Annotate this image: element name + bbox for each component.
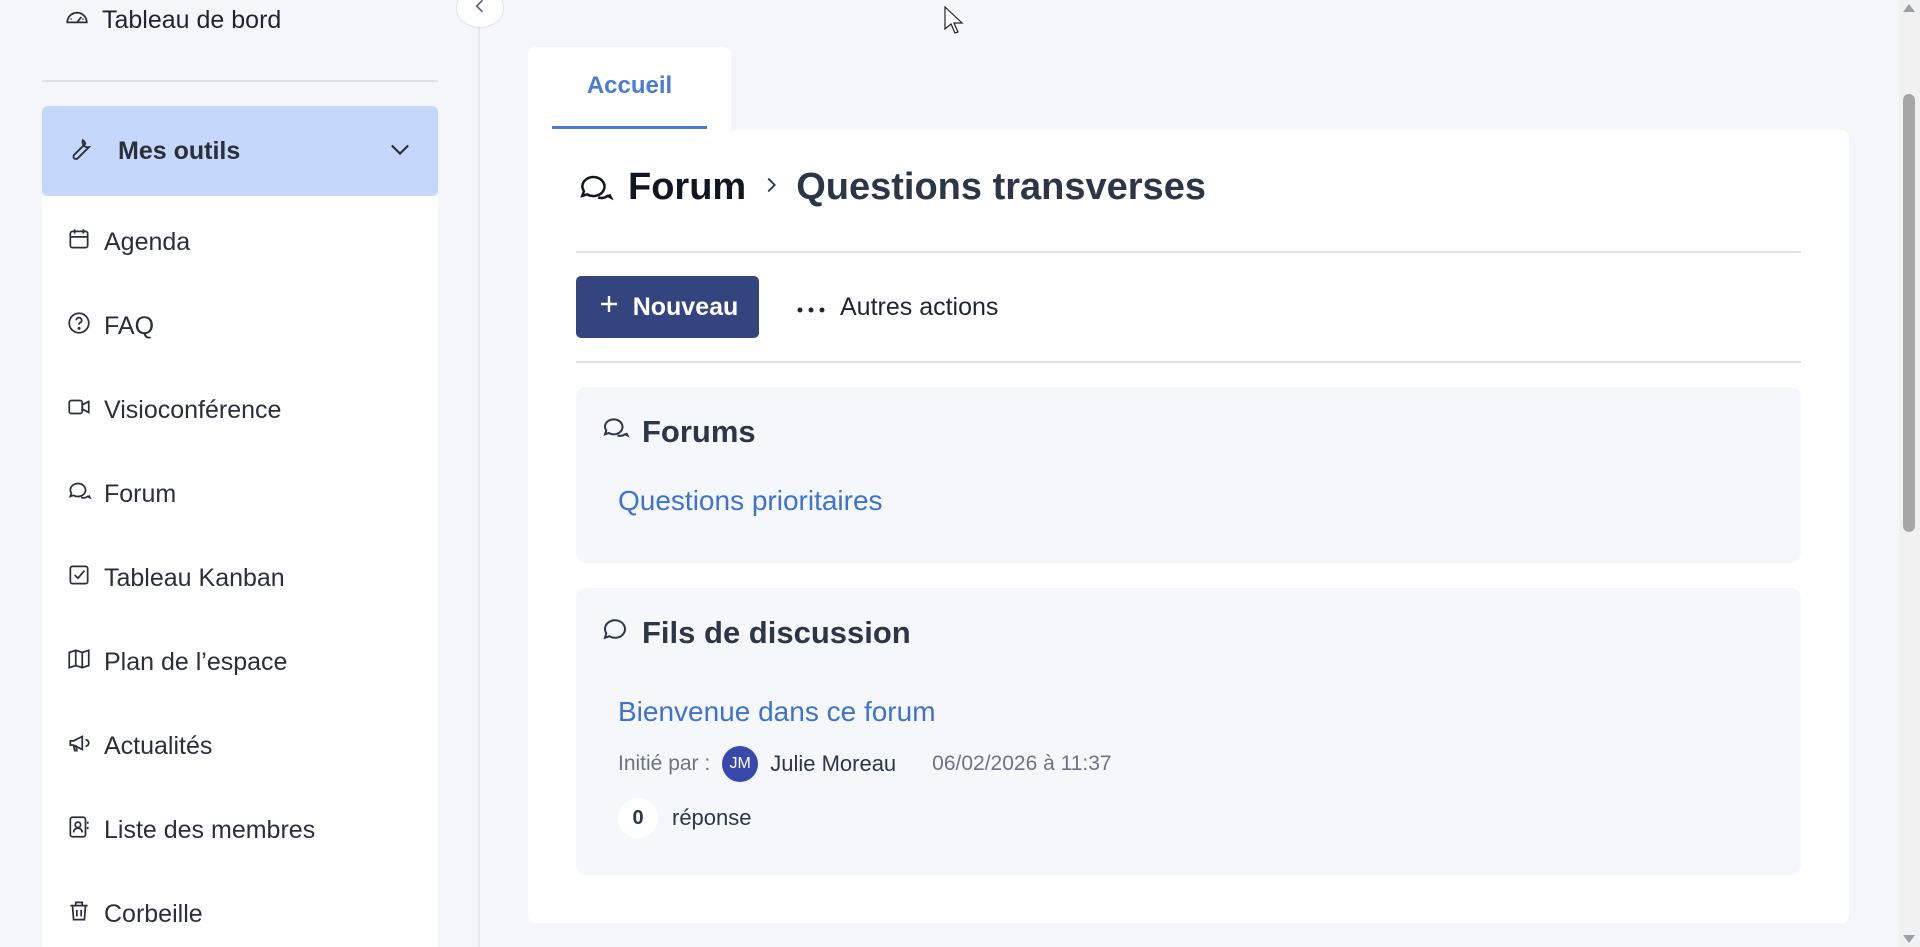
sidebar-item-members[interactable]: Liste des membres [66,814,315,847]
chevron-down-icon [386,135,414,168]
sidebar-item-trash[interactable]: Corbeille [66,898,203,931]
sidebar-item-label: Forum [104,480,177,508]
sidebar-item-label: Tableau de bord [102,6,282,34]
video-icon [66,394,92,427]
sidebar: Tableau de bord Mes outils Agenda FAQ Vi… [0,0,480,947]
page-title: Questions transverses [796,166,1206,208]
sidebar-item-label: Corbeille [104,900,203,928]
chat-bubble-icon [600,614,630,652]
sidebar-item-forum[interactable]: Forum [66,478,176,511]
threads-title: Fils de discussion [642,615,911,650]
thread-replies: 0 réponse [618,798,752,838]
thread-date: 06/02/2026 à 11:37 [932,752,1112,775]
tools-section-label: Mes outils [118,136,241,165]
thread-link[interactable]: Bienvenue dans ce forum [618,696,936,728]
sidebar-item-label: Agenda [104,228,191,256]
sidebar-item-plan[interactable]: Plan de l’espace [66,646,287,679]
threads-heading: Fils de discussion [600,614,911,652]
threads-panel: Fils de discussion Bienvenue dans ce for… [576,588,1801,875]
more-actions-label: Autres actions [840,292,999,321]
new-button[interactable]: Nouveau [576,276,759,338]
reply-label: réponse [672,805,752,830]
header-divider [576,251,1801,253]
breadcrumb: Forum Questions transverses [576,166,1206,209]
sidebar-item-label: FAQ [104,312,155,340]
sidebar-item-kanban[interactable]: Tableau Kanban [66,562,285,595]
reply-count: 0 [618,798,658,838]
more-actions-button[interactable]: Autres actions [796,282,998,332]
initiated-by-label: Initié par : [618,752,711,775]
scroll-down-arrow-icon[interactable] [1903,935,1915,943]
thread-author[interactable]: Julie Moreau [770,751,896,777]
sidebar-item-agenda[interactable]: Agenda [66,226,190,259]
map-icon [66,646,92,679]
wrench-icon [66,135,94,168]
vertical-scrollbar[interactable] [1899,0,1920,947]
chevron-right-icon [760,174,782,201]
avatar: JM [722,746,759,782]
forum-icon [580,175,614,200]
question-circle-icon [66,310,92,343]
sidebar-item-news[interactable]: Actualités [66,730,212,763]
contacts-icon [66,814,92,847]
new-button-label: Nouveau [632,292,739,321]
chevron-left-icon [470,0,490,21]
calendar-icon [66,226,92,259]
sidebar-item-dashboard[interactable]: Tableau de bord [64,4,281,37]
trash-icon [66,898,92,931]
tab-active-indicator [552,126,707,129]
sidebar-item-label: Visioconférence [104,396,282,424]
forum-link[interactable]: Questions prioritaires [618,485,883,517]
thread-meta: Initié par : JM Julie Moreau 06/02/2026 … [618,746,1112,782]
forums-heading: Forums [600,413,756,451]
sidebar-item-visio[interactable]: Visioconférence [66,394,281,427]
tab-accueil-label[interactable]: Accueil [552,72,707,100]
sidebar-item-label: Liste des membres [104,816,316,844]
forums-panel: Forums Questions prioritaires [576,387,1801,563]
forum-icon [66,478,92,511]
sidebar-item-label: Actualités [104,732,213,760]
megaphone-icon [66,730,92,763]
scroll-up-arrow-icon[interactable] [1903,4,1915,12]
mouse-cursor-icon [944,6,964,34]
sidebar-item-faq[interactable]: FAQ [66,310,154,343]
forums-title: Forums [642,414,756,449]
scroll-thumb[interactable] [1903,94,1915,532]
tools-section-toggle[interactable]: Mes outils [42,106,438,196]
checkbox-icon [66,562,92,595]
plus-icon [597,292,621,323]
breadcrumb-root[interactable]: Forum [628,166,746,209]
toolbar-divider [576,361,1801,363]
forum-icon [600,413,630,451]
gauge-icon [64,4,90,37]
ellipsis-icon [796,293,826,322]
sidebar-divider [42,80,438,82]
sidebar-item-label: Plan de l’espace [104,648,288,676]
tools-list: Agenda FAQ Visioconférence Forum Tableau… [42,196,438,947]
sidebar-item-label: Tableau Kanban [104,564,285,592]
